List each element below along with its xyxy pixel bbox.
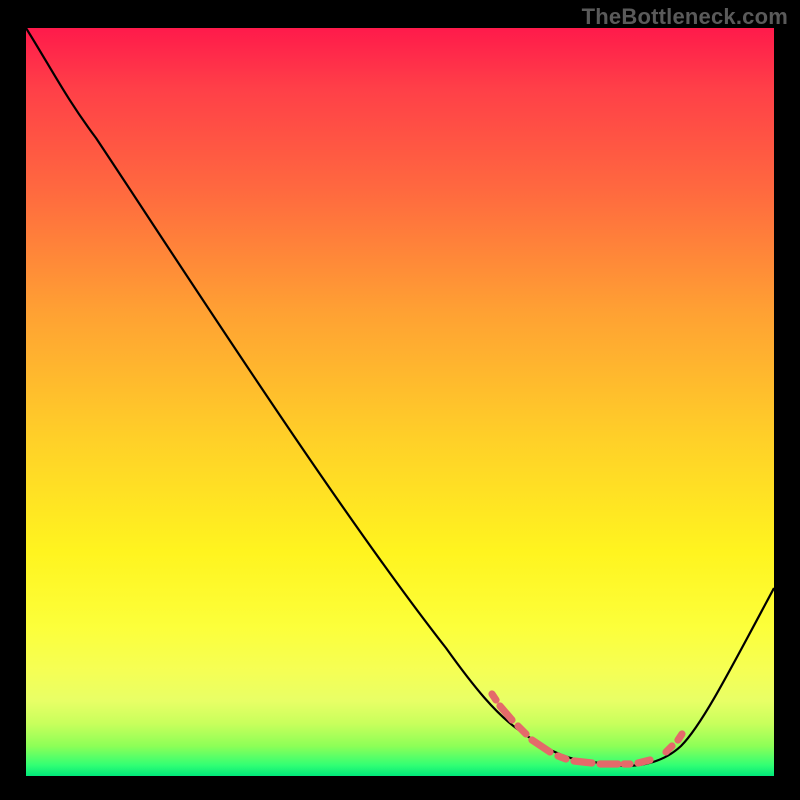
chart-frame: TheBottleneck.com <box>0 0 800 800</box>
watermark-text: TheBottleneck.com <box>582 4 788 30</box>
plot-area <box>26 28 774 776</box>
curve-layer <box>26 28 774 776</box>
flat-bottom-dashes <box>492 694 682 764</box>
bottleneck-curve <box>26 28 774 766</box>
